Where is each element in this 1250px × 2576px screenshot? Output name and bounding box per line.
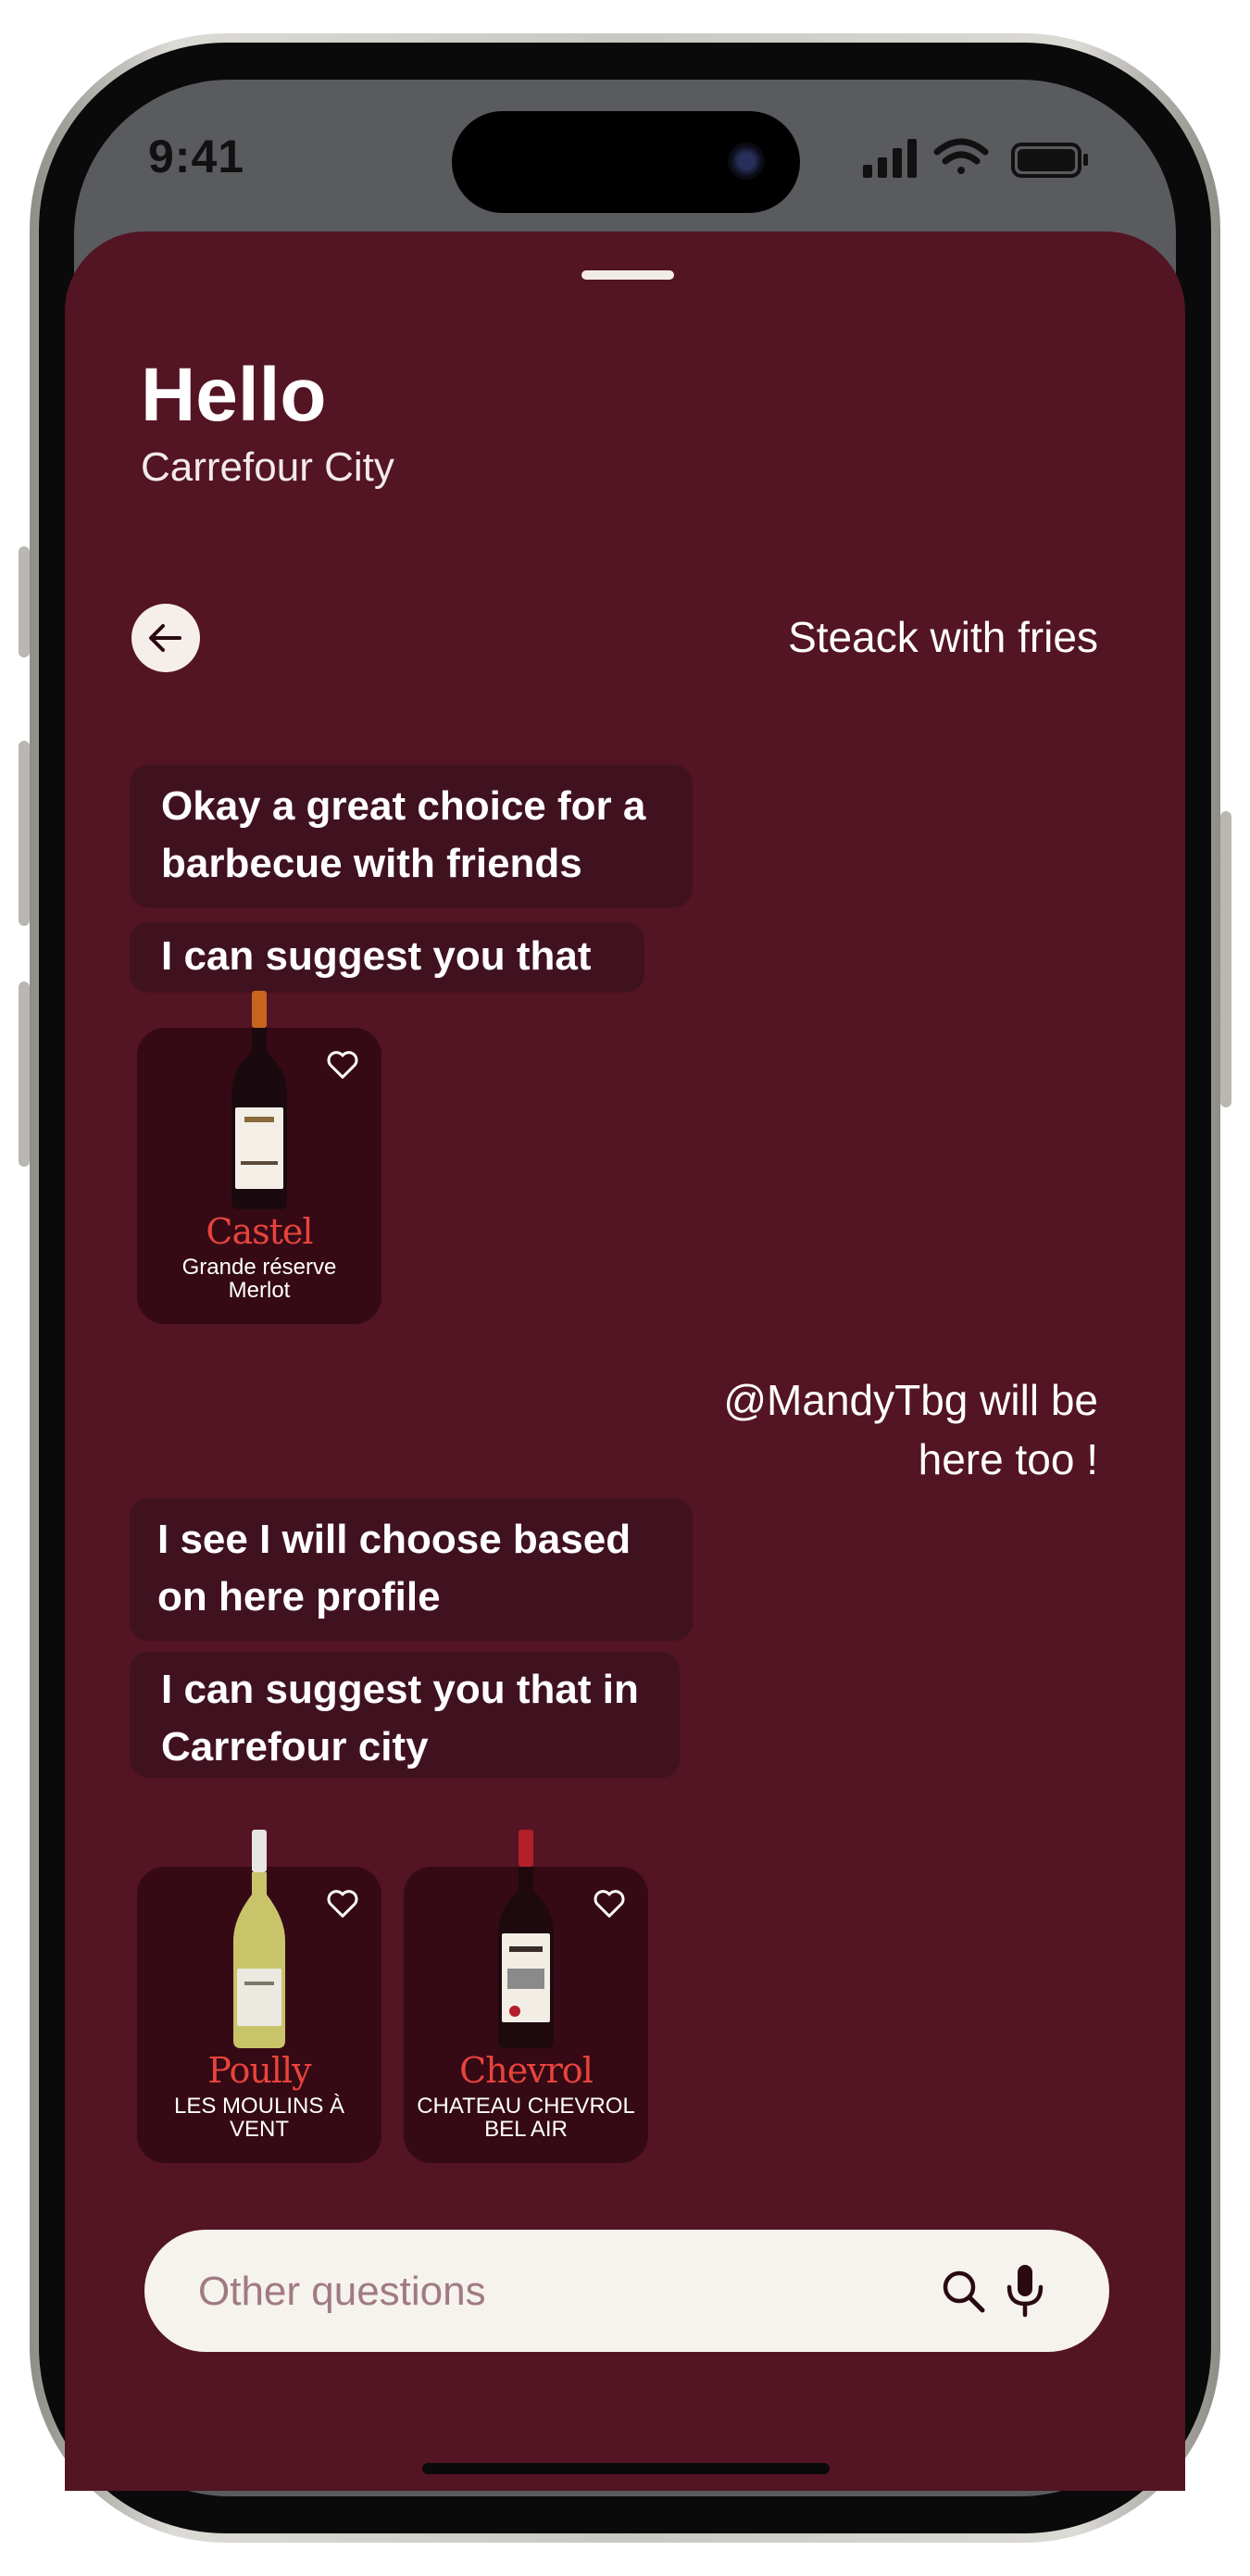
sheet-grabber[interactable] — [581, 270, 674, 280]
heart-icon[interactable] — [324, 1885, 361, 1922]
wine-description: Grande réserve Merlot — [146, 1256, 372, 1302]
wine-card[interactable]: Chevrol CHATEAU CHEVROL BEL AIR — [404, 1830, 648, 2163]
status-icons — [863, 138, 1088, 178]
volume-up-button — [19, 741, 30, 926]
camera-icon — [728, 143, 765, 180]
wine-description-line: Grande réserve — [181, 1255, 337, 1280]
wine-card[interactable]: Poully LES MOULINS À VENT — [137, 1830, 381, 2163]
user-message: @MandyTbg will be here too ! — [723, 1370, 1098, 1489]
volume-down-button — [19, 982, 30, 1167]
heart-icon[interactable] — [324, 1046, 361, 1083]
bot-message: I can suggest you that — [130, 922, 644, 993]
microphone-icon[interactable] — [1004, 2263, 1046, 2319]
wine-brand: Castel — [206, 1211, 313, 1252]
home-indicator[interactable] — [422, 2463, 830, 2474]
wine-card[interactable]: Castel Grande réserve Merlot — [137, 991, 381, 1324]
wine-description: CHATEAU CHEVROL BEL AIR — [413, 2095, 639, 2141]
search-icon[interactable] — [939, 2267, 989, 2317]
user-message-line: here too ! — [918, 1435, 1098, 1483]
red-wine-bottle-icon — [231, 991, 287, 1209]
action-button — [19, 546, 30, 657]
wine-brand: Poully — [207, 2050, 311, 2091]
white-wine-bottle-icon — [233, 1830, 285, 2048]
wifi-icon — [933, 138, 989, 174]
search-input[interactable] — [196, 2261, 904, 2322]
arrow-left-icon — [149, 624, 181, 652]
battery-icon — [1011, 143, 1088, 178]
signal-icon — [863, 139, 917, 178]
wine-description-line: CHATEAU CHEVROL — [417, 2094, 635, 2119]
bot-message: I see I will choose based on here profil… — [130, 1498, 693, 1641]
store-name: Carrefour City — [141, 444, 394, 490]
wine-description-line: Merlot — [228, 1278, 291, 1303]
status-time: 9:41 — [148, 131, 245, 182]
wine-description-line: VENT — [229, 2117, 289, 2142]
heart-icon[interactable] — [591, 1885, 628, 1922]
user-message-line: @MandyTbg will be — [723, 1376, 1098, 1424]
wine-description: LES MOULINS À VENT — [146, 2095, 372, 2141]
bot-message: I can suggest you that in Carrefour city — [130, 1652, 680, 1778]
back-button[interactable] — [131, 604, 200, 672]
page-title: Hello — [141, 353, 327, 437]
wine-description-line: LES MOULINS À — [173, 2094, 345, 2119]
dynamic-island — [452, 111, 800, 213]
wine-brand: Chevrol — [459, 2050, 594, 2091]
power-button — [1220, 811, 1231, 1107]
red-wine-bottle-icon — [498, 1830, 554, 2048]
bot-message: Okay a great choice for a barbecue with … — [130, 765, 693, 907]
wine-description-line: BEL AIR — [484, 2117, 568, 2142]
user-message: Steack with fries — [788, 613, 1098, 661]
search-bar — [144, 2230, 1109, 2352]
